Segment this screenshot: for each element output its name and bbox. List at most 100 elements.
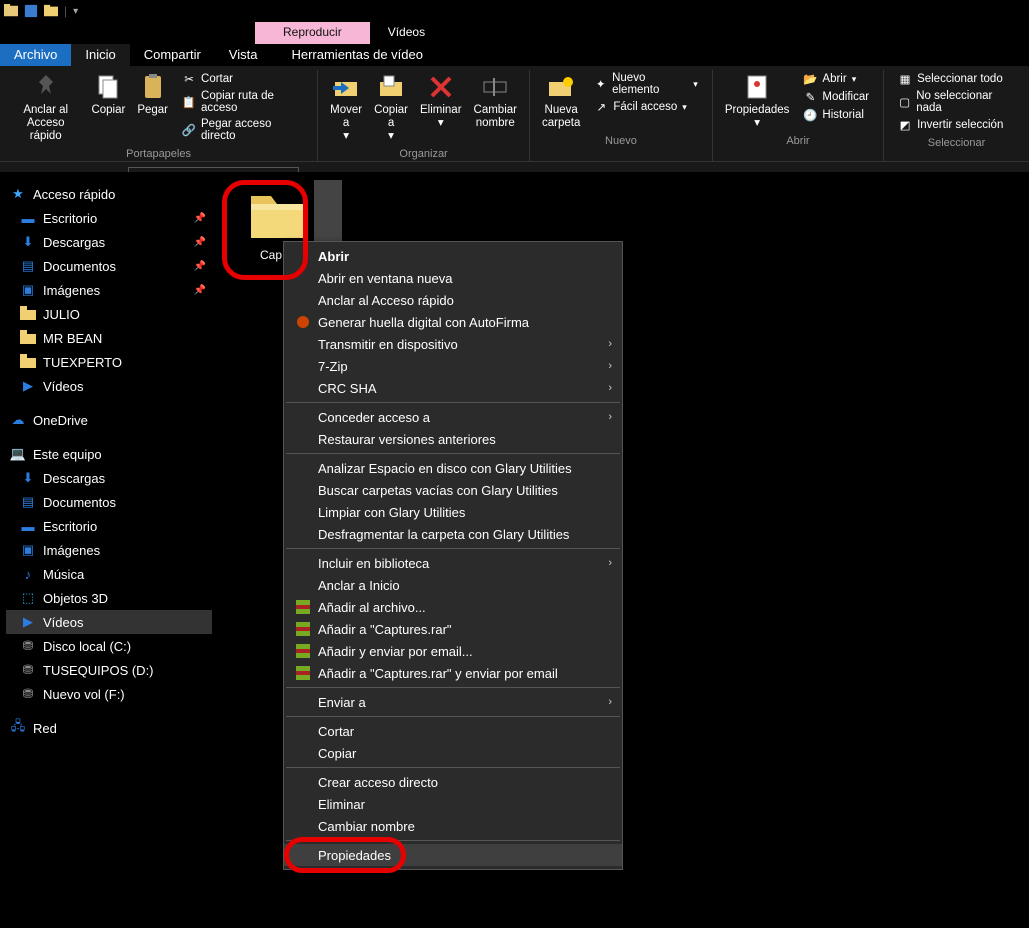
copiar-ruta-button[interactable]: 📋Copiar ruta de acceso xyxy=(178,88,307,116)
ctx-glary-limpiar[interactable]: Limpiar con Glary Utilities xyxy=(284,501,622,523)
nav-disco-c[interactable]: ⛃Disco local (C:) xyxy=(6,634,212,658)
nav-videos-pc[interactable]: ▶Vídeos xyxy=(6,610,212,634)
nav-acceso-rapido[interactable]: ★Acceso rápido xyxy=(6,182,212,206)
nav-documentos[interactable]: ▤Documentos📌 xyxy=(6,254,212,278)
autofirma-icon xyxy=(294,314,312,330)
nav-tree[interactable]: ★Acceso rápido ▬Escritorio📌 ⬇Descargas📌 … xyxy=(0,172,218,928)
nav-tusequipos-d[interactable]: ⛃TUSEQUIPOS (D:) xyxy=(6,658,212,682)
nav-este-equipo[interactable]: 💻Este equipo xyxy=(6,442,212,466)
pin-icon: 📌 xyxy=(194,285,206,296)
selall-icon: ▦ xyxy=(898,72,912,86)
open-icon: 📂 xyxy=(803,72,817,86)
pegar-directo-button[interactable]: 🔗Pegar acceso directo xyxy=(178,116,307,144)
ctx-cortar[interactable]: Cortar xyxy=(284,720,622,742)
nueva-carpeta-button[interactable]: Nueva carpeta xyxy=(536,70,586,132)
modificar-button[interactable]: ✎Modificar xyxy=(799,88,873,106)
ctx-rar-anadir[interactable]: Añadir al archivo... xyxy=(284,596,622,618)
ctx-abrir[interactable]: Abrir xyxy=(284,245,622,267)
context-tab-reproducir[interactable]: Reproducir xyxy=(255,22,370,44)
tab-vista[interactable]: Vista xyxy=(215,44,272,66)
save-icon[interactable] xyxy=(24,4,38,18)
ctx-transmitir[interactable]: Transmitir en dispositivo› xyxy=(284,333,622,355)
eliminar-button[interactable]: Eliminar▾ xyxy=(414,70,468,132)
rar-icon xyxy=(294,621,312,637)
qat-separator: | xyxy=(64,4,67,18)
folder-icon xyxy=(44,4,58,18)
rename-icon xyxy=(480,72,510,102)
facil-acceso-button[interactable]: ↗Fácil acceso ▾ xyxy=(590,98,701,116)
abrir-button[interactable]: 📂Abrir ▾ xyxy=(799,70,873,88)
ctx-copiar[interactable]: Copiar xyxy=(284,742,622,764)
anclar-acceso-rapido-button[interactable]: Anclar al Acceso rápido xyxy=(6,70,85,145)
cortar-button[interactable]: ✂Cortar xyxy=(178,70,307,88)
drive-icon: ⛃ xyxy=(20,662,36,678)
nav-musica[interactable]: ♪Música xyxy=(6,562,212,586)
propiedades-button[interactable]: Propiedades▾ xyxy=(719,70,796,132)
ctx-7zip[interactable]: 7-Zip› xyxy=(284,355,622,377)
no-seleccionar-button[interactable]: ▢No seleccionar nada xyxy=(894,88,1019,116)
ctx-crc-sha[interactable]: CRC SHA› xyxy=(284,377,622,399)
nav-imagenes-pc[interactable]: ▣Imágenes xyxy=(6,538,212,562)
nav-mrbean[interactable]: MR BEAN xyxy=(6,326,212,350)
nav-julio[interactable]: JULIO xyxy=(6,302,212,326)
ctx-glary-vacias[interactable]: Buscar carpetas vacías con Glary Utiliti… xyxy=(284,479,622,501)
tab-inicio[interactable]: Inicio xyxy=(71,44,129,66)
ctx-eliminar[interactable]: Eliminar xyxy=(284,793,622,815)
ctx-glary-espacio[interactable]: Analizar Espacio en disco con Glary Util… xyxy=(284,457,622,479)
desktop-icon: ▬ xyxy=(20,210,36,226)
nav-onedrive[interactable]: ☁OneDrive xyxy=(6,408,212,432)
copy-icon xyxy=(93,72,123,102)
copiar-button[interactable]: Copiar xyxy=(85,70,131,119)
ctx-rar-captures-email[interactable]: Añadir a "Captures.rar" y enviar por ema… xyxy=(284,662,622,684)
tab-compartir[interactable]: Compartir xyxy=(130,44,215,66)
nav-tuexperto[interactable]: TUEXPERTO xyxy=(6,350,212,374)
cloud-icon: ☁ xyxy=(10,412,26,428)
ctx-rar-email[interactable]: Añadir y enviar por email... xyxy=(284,640,622,662)
nav-imagenes[interactable]: ▣Imágenes📌 xyxy=(6,278,212,302)
cambiar-nombre-button[interactable]: Cambiar nombre xyxy=(468,70,523,132)
nav-escritorio[interactable]: ▬Escritorio📌 xyxy=(6,206,212,230)
tab-herramientas-video[interactable]: Herramientas de vídeo xyxy=(277,44,437,66)
cut-icon: ✂ xyxy=(182,72,196,86)
submenu-arrow-icon: › xyxy=(608,360,612,372)
qat-dropdown[interactable]: ▾ xyxy=(73,6,78,17)
ctx-conceder-acceso[interactable]: Conceder acceso a› xyxy=(284,406,622,428)
ctx-abrir-ventana[interactable]: Abrir en ventana nueva xyxy=(284,267,622,289)
nav-videos[interactable]: ▶Vídeos xyxy=(6,374,212,398)
path-icon: 📋 xyxy=(182,95,196,109)
nav-descargas[interactable]: ⬇Descargas📌 xyxy=(6,230,212,254)
ctx-rar-captures[interactable]: Añadir a "Captures.rar" xyxy=(284,618,622,640)
nav-nuevo-vol-f[interactable]: ⛃Nuevo vol (F:) xyxy=(6,682,212,706)
pictures-icon: ▣ xyxy=(20,542,36,558)
nuevo-elemento-button[interactable]: ✦Nuevo elemento ▾ xyxy=(590,70,701,98)
pegar-button[interactable]: Pegar xyxy=(131,70,174,119)
tab-archivo[interactable]: Archivo xyxy=(0,44,71,66)
delete-icon xyxy=(426,72,456,102)
ctx-cambiar-nombre[interactable]: Cambiar nombre xyxy=(284,815,622,837)
nav-escritorio-pc[interactable]: ▬Escritorio xyxy=(6,514,212,538)
pictures-icon: ▣ xyxy=(20,282,36,298)
ctx-enviar-a[interactable]: Enviar a› xyxy=(284,691,622,713)
nav-objetos3d[interactable]: ⬚Objetos 3D xyxy=(6,586,212,610)
ctx-crear-directo[interactable]: Crear acceso directo xyxy=(284,771,622,793)
star-icon: ★ xyxy=(10,186,26,202)
mover-a-button[interactable]: Mover a▾ xyxy=(324,70,368,145)
invertir-seleccion-button[interactable]: ◩Invertir selección xyxy=(894,116,1019,134)
seleccionar-todo-button[interactable]: ▦Seleccionar todo xyxy=(894,70,1019,88)
group-label-nuevo: Nuevo xyxy=(605,132,637,150)
ctx-biblioteca[interactable]: Incluir en biblioteca› xyxy=(284,552,622,574)
ctx-autofirma[interactable]: Generar huella digital con AutoFirma xyxy=(284,311,622,333)
ctx-propiedades[interactable]: Propiedades xyxy=(284,844,622,866)
nav-descargas-pc[interactable]: ⬇Descargas xyxy=(6,466,212,490)
pc-icon: 💻 xyxy=(10,446,26,462)
copiar-a-button[interactable]: Copiar a▾ xyxy=(368,70,414,145)
nav-red[interactable]: 🖧Red xyxy=(6,716,212,740)
nav-documentos-pc[interactable]: ▤Documentos xyxy=(6,490,212,514)
titlebar: | ▾ xyxy=(0,0,1029,22)
ctx-glary-desfrag[interactable]: Desfragmentar la carpeta con Glary Utili… xyxy=(284,523,622,545)
ctx-anclar-inicio[interactable]: Anclar a Inicio xyxy=(284,574,622,596)
ctx-anclar-rapido[interactable]: Anclar al Acceso rápido xyxy=(284,289,622,311)
ctx-restaurar[interactable]: Restaurar versiones anteriores xyxy=(284,428,622,450)
historial-button[interactable]: 🕘Historial xyxy=(799,106,873,124)
paste-icon xyxy=(138,72,168,102)
